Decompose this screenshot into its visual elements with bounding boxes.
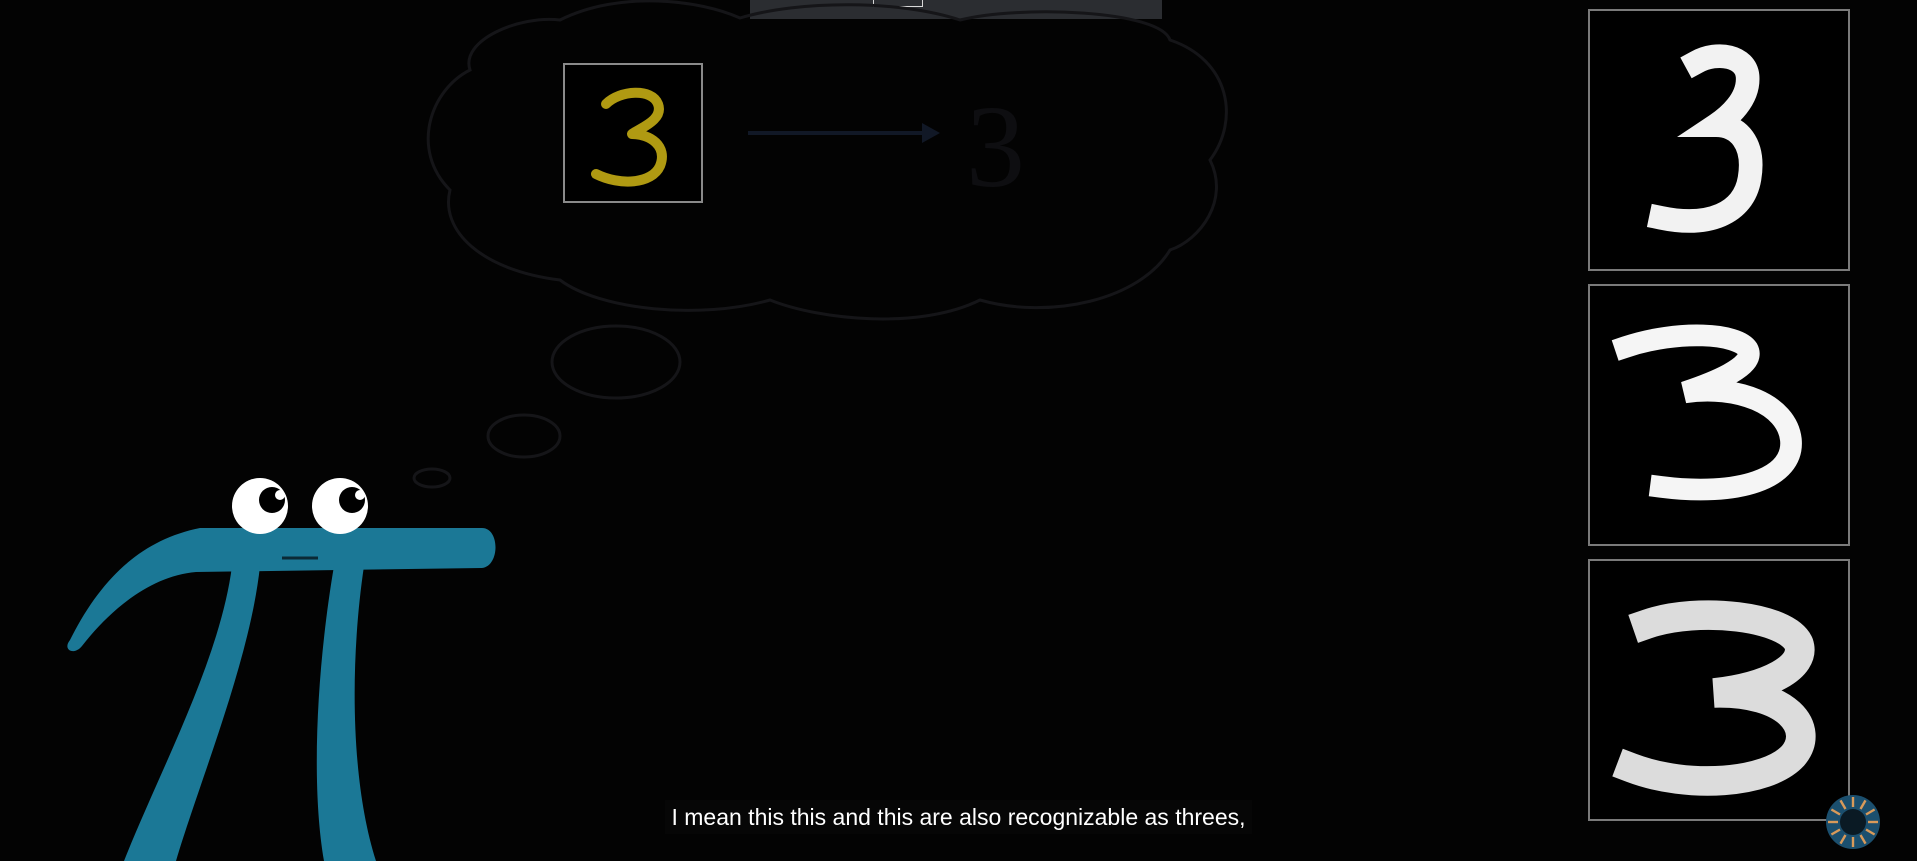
digit-3-image — [1611, 324, 1802, 501]
thought-dot-small — [412, 467, 452, 489]
digit-3-image — [1612, 600, 1816, 796]
digit-thumbnail-1[interactable] — [1588, 9, 1850, 271]
digit-thumbnail-3[interactable] — [1588, 559, 1850, 821]
digit-3-image — [1646, 44, 1763, 233]
thought-dot-medium — [486, 413, 562, 459]
video-frame[interactable]: 3 I mean this this and this are also rec… — [0, 0, 1917, 861]
output-digit-3: 3 — [966, 81, 1025, 212]
digit-thumbnail-2[interactable] — [1588, 284, 1850, 546]
thought-cloud — [426, 0, 1228, 321]
pi-top-bar — [67, 528, 496, 652]
loading-spinner-icon — [1826, 795, 1880, 849]
thought-bubble-scene: 3 — [67, 0, 1228, 861]
thought-dot-large — [550, 324, 682, 400]
input-digit-box — [563, 63, 703, 203]
pi-right-eye — [312, 478, 368, 534]
arrow-icon — [748, 123, 940, 143]
caption-text: I mean this this and this are also recog… — [665, 800, 1252, 834]
caption-bar: I mean this this and this are also recog… — [0, 800, 1917, 834]
pi-left-eye — [232, 478, 288, 534]
